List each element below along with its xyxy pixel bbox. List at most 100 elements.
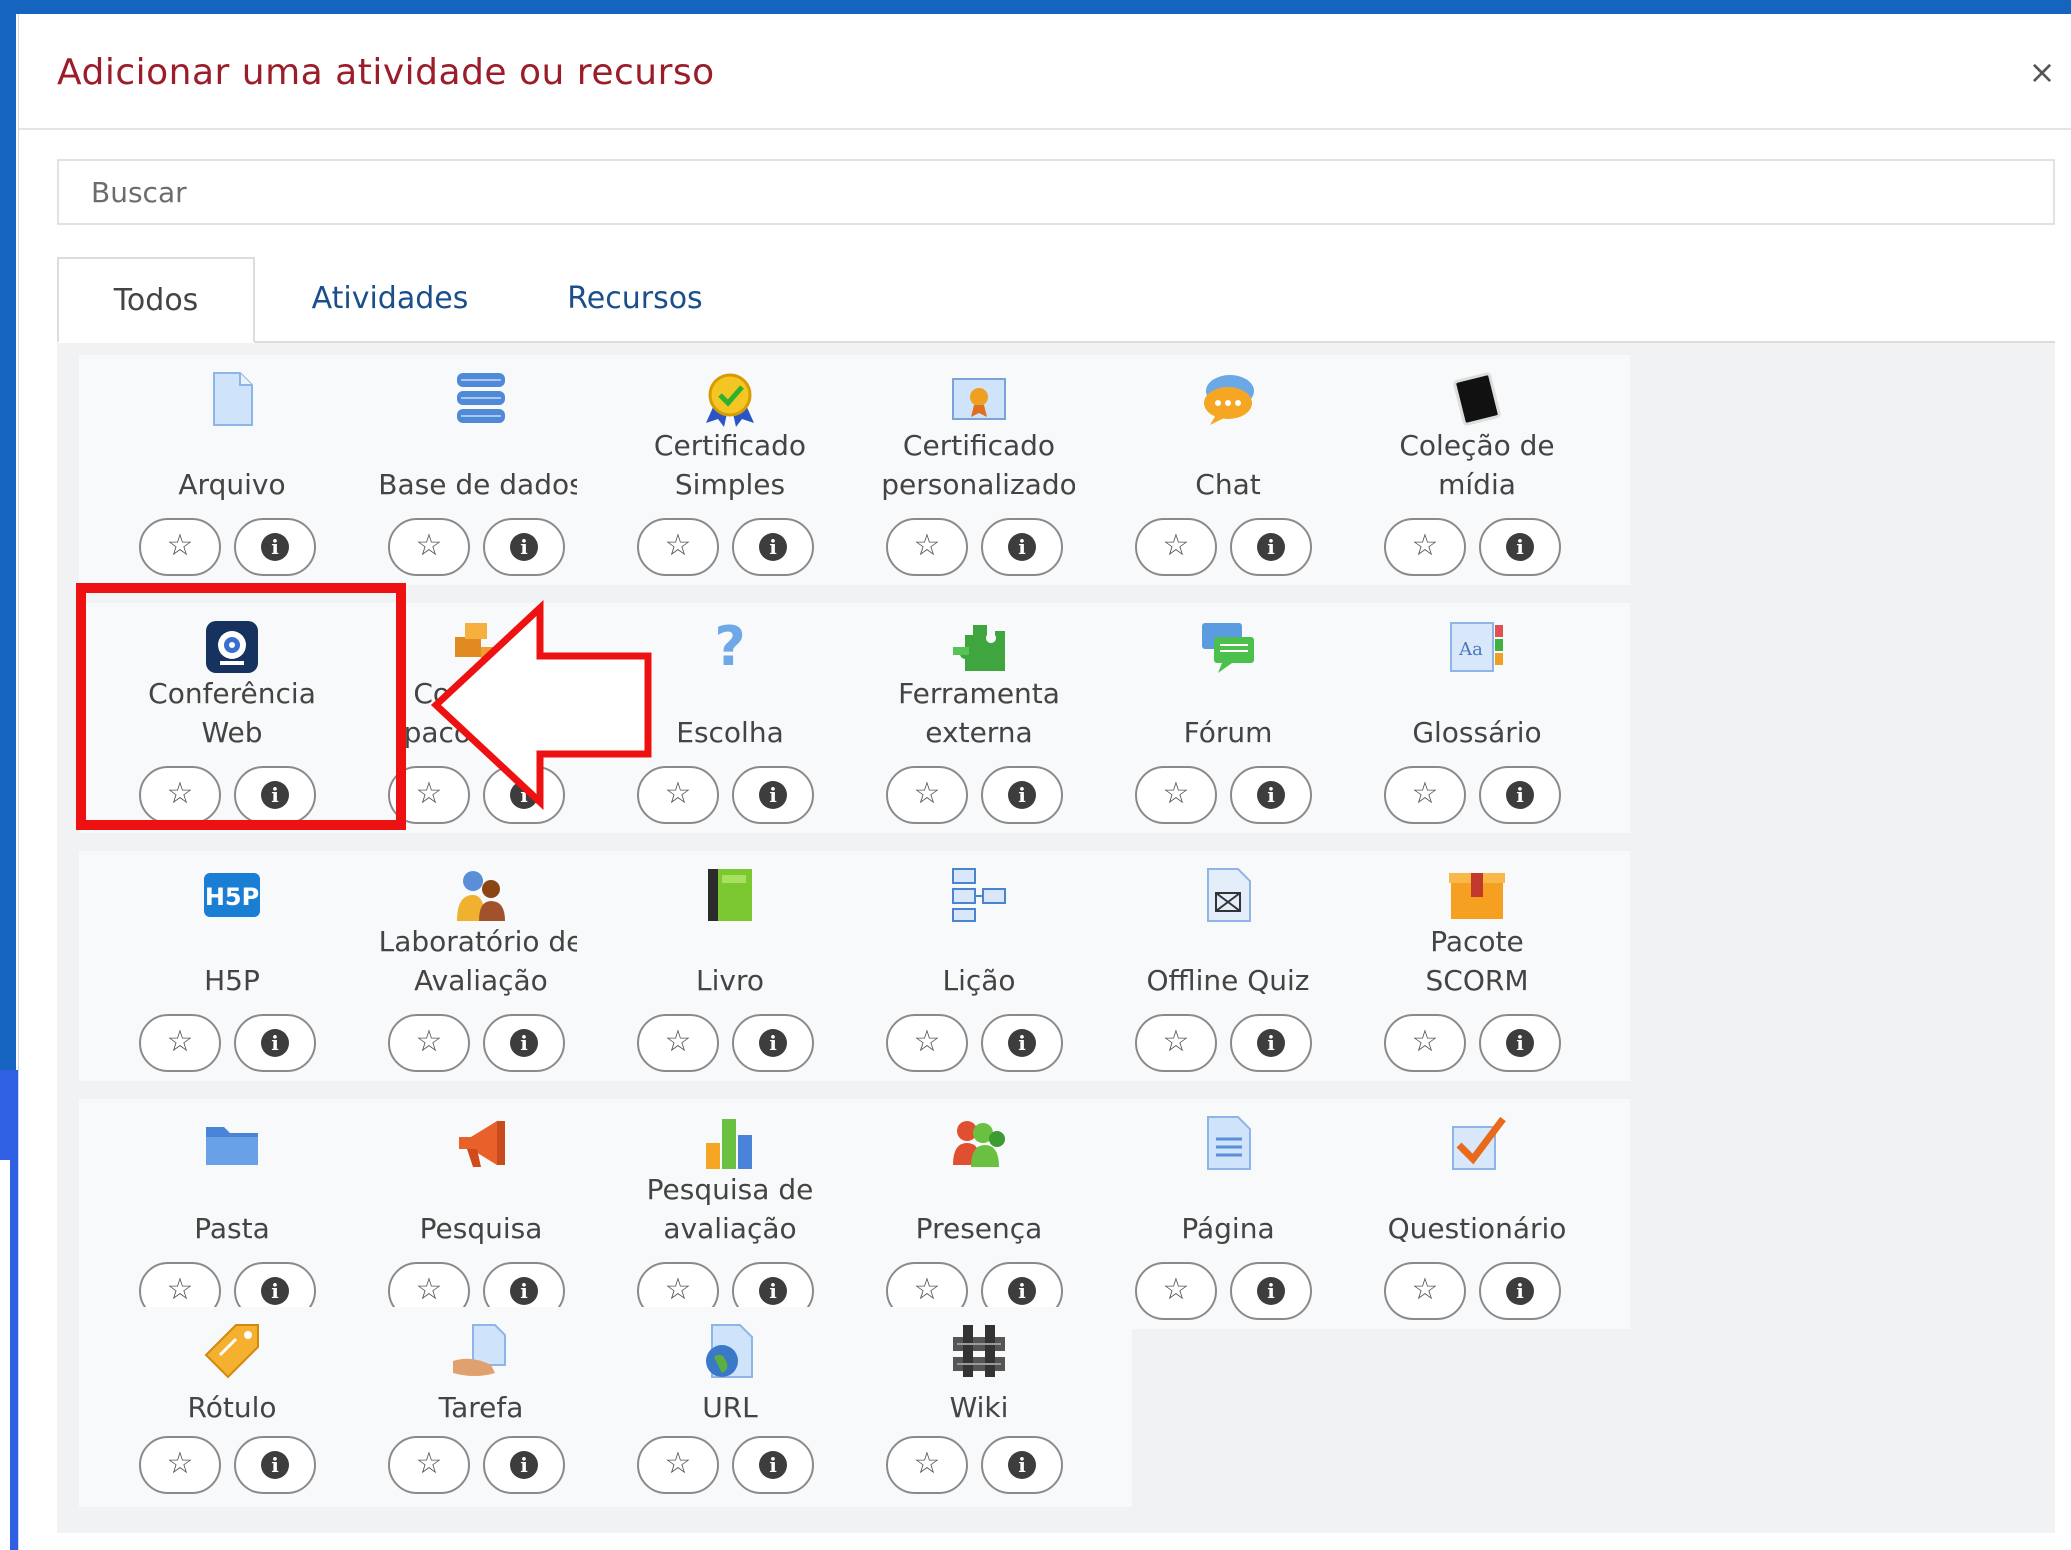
- info-button[interactable]: i: [732, 766, 814, 824]
- info-button[interactable]: i: [1479, 766, 1561, 824]
- info-icon: i: [510, 1450, 538, 1479]
- tab-recursos[interactable]: Recursos: [525, 257, 745, 341]
- favourite-star-button[interactable]: ☆: [886, 1014, 968, 1072]
- info-button[interactable]: i: [483, 1014, 565, 1072]
- workshop-people-icon: [451, 865, 511, 925]
- favourite-star-button[interactable]: ☆: [139, 1436, 221, 1494]
- activity-label: Questionário: [1324, 1209, 1630, 1248]
- info-icon: i: [1008, 1276, 1036, 1305]
- info-icon: i: [510, 1276, 538, 1305]
- window-frame-top: [0, 0, 2071, 14]
- star-icon: ☆: [166, 528, 194, 563]
- info-button[interactable]: i: [1230, 766, 1312, 824]
- favourite-star-button[interactable]: ☆: [1135, 518, 1217, 576]
- favourite-star-button[interactable]: ☆: [1384, 1262, 1466, 1320]
- info-button[interactable]: i: [732, 1014, 814, 1072]
- info-button[interactable]: i: [1479, 518, 1561, 576]
- favourite-star-button[interactable]: ☆: [388, 518, 470, 576]
- url-globe-icon: [700, 1321, 760, 1381]
- activity-tile[interactable]: Aa Glossário ☆ i: [1324, 603, 1630, 833]
- info-button[interactable]: i: [981, 1014, 1063, 1072]
- favourite-star-button[interactable]: ☆: [388, 1014, 470, 1072]
- info-button[interactable]: i: [1230, 1262, 1312, 1320]
- activity-label-line: SCORM: [1425, 964, 1529, 997]
- info-button[interactable]: i: [234, 766, 316, 824]
- info-button[interactable]: i: [732, 518, 814, 576]
- search-input[interactable]: [57, 159, 2055, 225]
- star-icon: ☆: [1411, 776, 1439, 811]
- bar-chart-icon: [700, 1113, 760, 1173]
- favourite-star-button[interactable]: ☆: [1135, 1262, 1217, 1320]
- info-icon: i: [1506, 532, 1534, 561]
- info-button[interactable]: i: [234, 518, 316, 576]
- favourite-star-button[interactable]: ☆: [886, 518, 968, 576]
- info-icon: i: [510, 1028, 538, 1057]
- activity-tile[interactable]: Wiki ☆ i: [826, 1307, 1132, 1507]
- info-button[interactable]: i: [732, 1436, 814, 1494]
- lesson-flow-icon: [949, 865, 1009, 925]
- favourite-star-button[interactable]: ☆: [139, 518, 221, 576]
- favourite-star-button[interactable]: ☆: [1384, 1014, 1466, 1072]
- favourite-star-button[interactable]: ☆: [139, 766, 221, 824]
- favourite-star-button[interactable]: ☆: [637, 518, 719, 576]
- favourite-star-button[interactable]: ☆: [637, 1014, 719, 1072]
- star-icon: ☆: [913, 1446, 941, 1481]
- favourite-star-button[interactable]: ☆: [1384, 518, 1466, 576]
- info-icon: i: [1506, 1028, 1534, 1057]
- info-button[interactable]: i: [981, 1436, 1063, 1494]
- info-button[interactable]: i: [981, 766, 1063, 824]
- favourite-star-button[interactable]: ☆: [886, 766, 968, 824]
- info-button[interactable]: i: [234, 1436, 316, 1494]
- info-button[interactable]: i: [1230, 518, 1312, 576]
- favourite-star-button[interactable]: ☆: [139, 1014, 221, 1072]
- favourite-star-button[interactable]: ☆: [1135, 766, 1217, 824]
- info-button[interactable]: i: [234, 1014, 316, 1072]
- favourite-star-button[interactable]: ☆: [637, 766, 719, 824]
- info-button[interactable]: i: [1479, 1262, 1561, 1320]
- info-button[interactable]: i: [981, 518, 1063, 576]
- info-icon: i: [1257, 532, 1285, 561]
- database-icon: [451, 369, 511, 429]
- activity-tile[interactable]: Pacote SCORM ☆ i: [1324, 851, 1630, 1081]
- info-button[interactable]: i: [1230, 1014, 1312, 1072]
- favourite-star-button[interactable]: ☆: [1384, 766, 1466, 824]
- info-icon: i: [759, 1450, 787, 1479]
- star-icon: ☆: [913, 776, 941, 811]
- activity-label-line: mídia: [1438, 468, 1516, 501]
- scorm-box-icon: [1447, 865, 1507, 925]
- star-icon: ☆: [415, 1446, 443, 1481]
- favourite-star-button[interactable]: ☆: [1135, 1014, 1217, 1072]
- tab-atividades[interactable]: Atividades: [255, 257, 525, 341]
- puzzle-icon: [949, 617, 1009, 677]
- star-icon: ☆: [166, 1272, 194, 1307]
- svg-text:?: ?: [714, 617, 745, 677]
- tab-todos[interactable]: Todos: [57, 257, 255, 343]
- activity-label: Pacote SCORM: [1324, 922, 1630, 1000]
- star-icon: ☆: [415, 1272, 443, 1307]
- info-button[interactable]: i: [483, 518, 565, 576]
- activity-label: Coleção de mídia: [1324, 426, 1630, 504]
- favourite-star-button[interactable]: ☆: [388, 1436, 470, 1494]
- info-button[interactable]: i: [1479, 1014, 1561, 1072]
- star-icon: ☆: [664, 1024, 692, 1059]
- info-icon: i: [1257, 1028, 1285, 1057]
- star-icon: ☆: [1162, 1024, 1190, 1059]
- star-icon: ☆: [913, 528, 941, 563]
- favourite-star-button[interactable]: ☆: [637, 1436, 719, 1494]
- info-button[interactable]: i: [483, 766, 565, 824]
- activity-tile[interactable]: Coleção de mídia ☆ i: [1324, 355, 1630, 585]
- info-button[interactable]: i: [483, 1436, 565, 1494]
- info-icon: i: [1506, 1276, 1534, 1305]
- activity-tile[interactable]: Questionário ☆ i: [1324, 1099, 1630, 1329]
- info-icon: i: [759, 1028, 787, 1057]
- activity-label: Wiki: [826, 1388, 1132, 1427]
- star-icon: ☆: [1162, 528, 1190, 563]
- close-icon[interactable]: ×: [2024, 54, 2060, 90]
- star-icon: ☆: [664, 776, 692, 811]
- background-decoration-gap: [0, 1160, 10, 1550]
- info-icon: i: [261, 1450, 289, 1479]
- tab-bar: Todos Atividades Recursos: [57, 257, 2055, 343]
- info-icon: i: [1008, 1028, 1036, 1057]
- favourite-star-button[interactable]: ☆: [388, 766, 470, 824]
- favourite-star-button[interactable]: ☆: [886, 1436, 968, 1494]
